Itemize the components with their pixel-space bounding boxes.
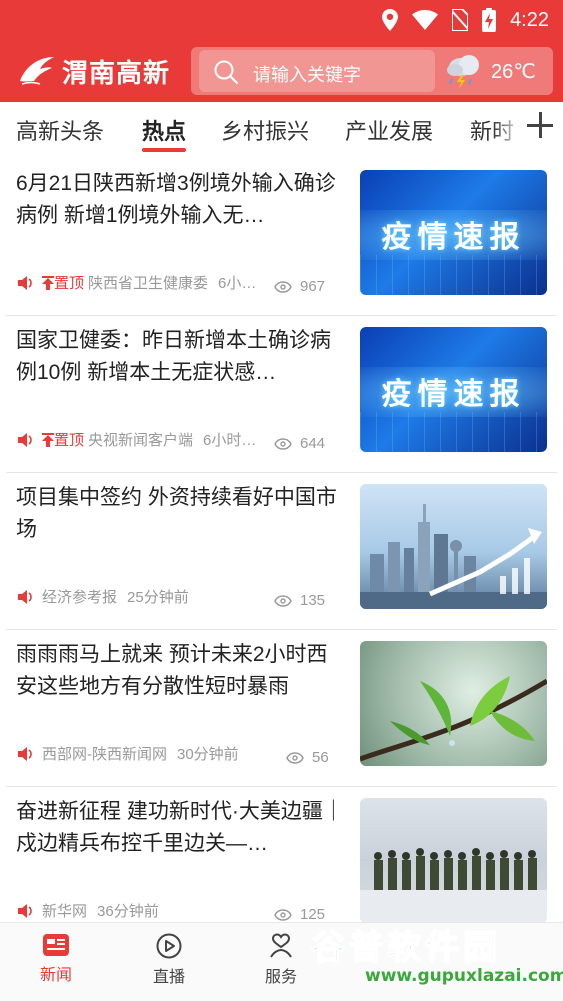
article-title: 项目集中签约 外资持续看好中国市场 [16, 486, 337, 541]
search-placeholder: 请输入关键字 [253, 65, 361, 85]
city-skyline-image [360, 504, 547, 609]
wifi-icon [412, 10, 439, 30]
tab-hot[interactable]: 热点 [142, 114, 186, 146]
article-time: 36分钟前 [97, 903, 159, 920]
news-icon [43, 934, 69, 956]
article-item[interactable]: 国家卫健委：昨日新增本土确诊病例10例 新增本土无症状感… 置顶 央视新闻客户端… [6, 315, 557, 473]
weather-widget[interactable]: 26℃ [443, 51, 536, 91]
speaker-icon[interactable] [16, 274, 34, 292]
watermark-text: 谷普软件园 [310, 927, 501, 969]
pin-up-arrow-icon [42, 432, 54, 447]
tab-fade [493, 104, 523, 154]
heart-hand-icon [270, 933, 292, 958]
speaker-icon[interactable] [16, 431, 34, 449]
article-title: 6月21日陕西新增3例境外输入确诊病例 新增1例境外输入无… [16, 172, 336, 227]
article-source: 西部网-陕西新闻网 [42, 746, 167, 763]
clock: 4:22 [510, 8, 549, 31]
search-input[interactable]: 请输入关键字 [199, 50, 435, 92]
speaker-icon[interactable] [16, 902, 34, 920]
article-title: 国家卫健委：昨日新增本土确诊病例10例 新增本土无症状感… [16, 329, 331, 384]
article-source: 新华网 [42, 903, 88, 920]
eye-icon [274, 437, 292, 450]
article-item[interactable]: 雨雨雨马上就来 预计未来2小时西安这些地方有分散性短时暴雨 西部网-陕西新闻网 … [6, 629, 557, 787]
eye-icon [274, 280, 292, 293]
active-tab-indicator [142, 148, 186, 152]
article-thumbnail[interactable]: 疫情速报 [360, 327, 547, 452]
add-tab-icon[interactable] [527, 112, 553, 138]
article-item[interactable]: 项目集中签约 外资持续看好中国市场 经济参考报 25分钟前 135 [6, 472, 557, 630]
status-bar: 4:22 [0, 0, 563, 40]
view-count: 644 [274, 435, 325, 452]
logo-text: 渭南高新 [62, 58, 171, 89]
nav-news[interactable]: 新闻 [16, 933, 96, 985]
view-count: 135 [274, 592, 325, 609]
nav-live[interactable]: 直播 [129, 933, 209, 987]
view-count: 967 [274, 278, 325, 295]
play-icon [156, 933, 182, 959]
category-tabs: 高新头条 热点 乡村振兴 产业发展 新时 [0, 102, 563, 158]
battery-charging-icon [482, 8, 497, 32]
article-thumbnail[interactable] [360, 484, 547, 609]
no-sim-icon [452, 9, 469, 31]
article-thumbnail[interactable] [360, 798, 547, 923]
thumbnail-caption: 疫情速报 [381, 221, 526, 254]
article-source: 陕西省卫生健康委 [88, 275, 209, 292]
watermark: 谷普软件园 www.gupuxlazai.com [305, 918, 563, 1000]
view-count: 56 [286, 749, 329, 766]
soldiers-image [360, 848, 547, 923]
speaker-icon[interactable] [16, 588, 34, 606]
temperature: 26℃ [491, 60, 536, 83]
location-icon [382, 9, 399, 31]
pinned-badge: 置顶 [42, 429, 84, 450]
article-title: 奋进新征程 建功新时代·大美边疆｜戍边精兵布控千里边关—… [16, 800, 344, 855]
leaves-image [360, 676, 547, 762]
logo-wing-icon [20, 57, 54, 85]
article-time: 6小… [218, 275, 257, 292]
search-bar: 请输入关键字 26℃ [191, 47, 553, 95]
thumbnail-caption: 疫情速报 [381, 378, 526, 411]
article-time: 25分钟前 [127, 589, 189, 606]
eye-icon [286, 751, 304, 764]
article-source: 央视新闻客户端 [88, 432, 194, 449]
pin-up-arrow-icon [42, 275, 54, 290]
watermark-url: www.gupuxlazai.com [365, 966, 563, 986]
pinned-badge: 置顶 [42, 272, 84, 293]
thunderstorm-cloud-icon [447, 55, 479, 89]
eye-icon [274, 594, 292, 607]
article-thumbnail[interactable]: 疫情速报 [360, 170, 547, 295]
article-title: 雨雨雨马上就来 预计未来2小时西安这些地方有分散性短时暴雨 [16, 643, 328, 698]
article-item[interactable]: 6月21日陕西新增3例境外输入确诊病例 新增1例境外输入无… 置顶 陕西省卫生健… [6, 158, 557, 316]
tab-rural-revitalization[interactable]: 乡村振兴 [221, 114, 309, 146]
app-header: 渭南高新 请输入关键字 26℃ [0, 40, 563, 102]
tab-industry[interactable]: 产业发展 [345, 114, 433, 146]
article-time: 6小时… [203, 432, 257, 449]
article-source: 经济参考报 [42, 589, 118, 606]
eye-icon [274, 908, 292, 921]
tab-headlines[interactable]: 高新头条 [16, 114, 104, 146]
article-time: 30分钟前 [177, 746, 239, 763]
speaker-icon[interactable] [16, 745, 34, 763]
app-logo: 渭南高新 [16, 48, 170, 94]
article-thumbnail[interactable] [360, 641, 547, 766]
search-icon [214, 60, 239, 85]
